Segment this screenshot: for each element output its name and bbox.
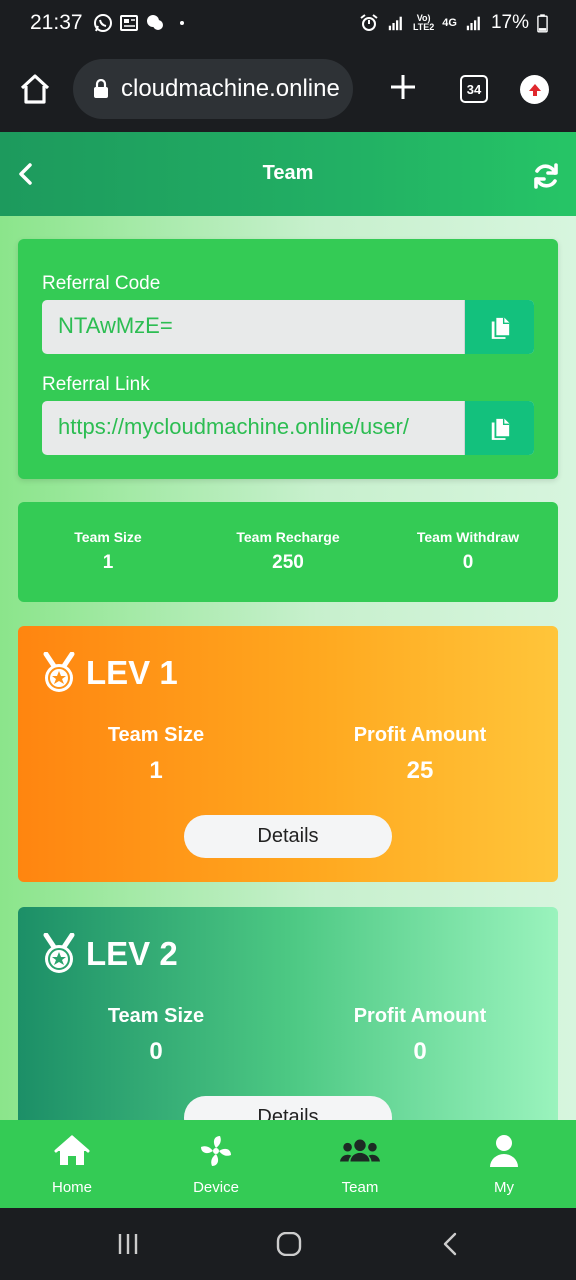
recents-icon[interactable] <box>116 1232 140 1256</box>
medal-icon <box>43 933 75 973</box>
stat-value: 250 <box>272 552 304 573</box>
network-gen: 4G <box>442 16 457 29</box>
stat-team-recharge: Team Recharge 250 <box>198 502 378 602</box>
page-title: Team <box>262 162 314 184</box>
level-title: LEV 1 <box>86 654 178 691</box>
battery-icon <box>537 13 548 32</box>
level-heading: LEV 2 <box>40 933 178 975</box>
referral-link-field[interactable]: https://mycloudmachine.online/user/ <box>42 401 534 455</box>
referral-card: Referral Code NTAwMzE= Referral Link htt… <box>18 239 558 479</box>
arrow-up-icon <box>528 83 541 96</box>
copy-icon <box>491 317 509 339</box>
level-team-size: Team Size 1 <box>56 724 256 785</box>
bottom-nav: Home Device Team My <box>0 1120 576 1208</box>
browser-toolbar: cloudmachine.online 34 <box>0 46 576 132</box>
level-title: LEV 2 <box>86 935 178 972</box>
nav-label: Device <box>193 1179 239 1196</box>
level-2-card: LEV 2 Team Size 0 Profit Amount 0 Detail… <box>18 907 558 1120</box>
nav-label: Team <box>341 1179 379 1196</box>
nav-home[interactable]: Home <box>0 1120 144 1208</box>
level-profit: Profit Amount 25 <box>320 724 520 785</box>
stat-label: Team Size <box>74 529 142 545</box>
update-button[interactable] <box>520 75 549 104</box>
referral-link-value[interactable]: https://mycloudmachine.online/user/ <box>58 414 450 440</box>
notification-icons <box>93 13 187 33</box>
new-tab-icon[interactable] <box>388 72 418 102</box>
level-team-size: Team Size 0 <box>56 1005 256 1066</box>
level-size-label: Team Size <box>107 1005 205 1027</box>
level-profit-value: 25 <box>406 757 434 784</box>
system-nav-bar <box>0 1208 576 1280</box>
alarm-icon <box>360 14 378 31</box>
chat-icon <box>146 15 163 30</box>
referral-code-field[interactable]: NTAwMzE= <box>42 300 534 354</box>
medal-icon <box>43 652 75 692</box>
nav-team[interactable]: Team <box>288 1120 432 1208</box>
lock-icon <box>94 79 108 98</box>
copy-code-button[interactable] <box>464 300 534 354</box>
home-button-icon[interactable] <box>276 1232 302 1256</box>
stat-team-withdraw: Team Withdraw 0 <box>378 502 558 602</box>
tab-switcher-button[interactable]: 34 <box>460 75 488 103</box>
battery-percent: 17% <box>490 12 529 33</box>
nav-device[interactable]: Device <box>144 1120 288 1208</box>
network-label: Vo) LTE2 <box>412 13 435 32</box>
nav-label: Home <box>51 1179 92 1196</box>
nav-my[interactable]: My <box>432 1120 576 1208</box>
users-icon <box>339 1139 381 1162</box>
user-icon <box>490 1135 518 1167</box>
details-button[interactable]: Details <box>184 1096 392 1120</box>
level-profit-label: Profit Amount <box>353 724 487 746</box>
app-header: Team <box>0 132 576 216</box>
stat-label: Team Withdraw <box>416 529 520 545</box>
stat-label: Team Recharge <box>236 529 340 545</box>
page-viewport: Team Referral Code NTAwMzE= Referral Lin… <box>0 132 576 1120</box>
level-size-label: Team Size <box>107 724 205 746</box>
copy-icon <box>491 418 509 440</box>
nav-label: My <box>494 1179 514 1196</box>
level-profit: Profit Amount 0 <box>320 1005 520 1066</box>
stat-value: 1 <box>102 552 114 573</box>
referral-link-label: Referral Link <box>42 374 150 395</box>
home-icon[interactable] <box>18 72 52 106</box>
level-1-card: LEV 1 Team Size 1 Profit Amount 25 Detai… <box>18 626 558 882</box>
team-stats-card: Team Size 1 Team Recharge 250 Team Withd… <box>18 502 558 602</box>
url-text: cloudmachine.online <box>121 75 340 102</box>
dot-icon <box>179 21 184 25</box>
home-icon <box>54 1135 90 1165</box>
fan-icon <box>201 1136 231 1166</box>
signal-icon-2 <box>466 16 480 31</box>
referral-code-label: Referral Code <box>42 273 161 294</box>
news-icon <box>119 15 138 31</box>
level-profit-value: 0 <box>413 1038 427 1065</box>
signal-icon <box>388 16 402 31</box>
stat-value: 0 <box>462 552 474 573</box>
whatsapp-icon <box>93 14 112 32</box>
refresh-icon[interactable] <box>532 162 560 190</box>
level-profit-label: Profit Amount <box>353 1005 487 1027</box>
stat-team-size: Team Size 1 <box>18 502 198 602</box>
details-button[interactable]: Details <box>184 815 392 858</box>
level-size-value: 0 <box>149 1038 163 1065</box>
status-time: 21:37 <box>30 11 83 34</box>
level-size-value: 1 <box>149 757 163 784</box>
referral-code-value[interactable]: NTAwMzE= <box>58 313 450 339</box>
level-heading: LEV 1 <box>40 652 178 694</box>
address-bar[interactable]: cloudmachine.online <box>73 59 353 119</box>
copy-link-button[interactable] <box>464 401 534 455</box>
status-bar: 21:37 Vo) LTE2 4G 17% <box>0 0 576 46</box>
back-button-icon[interactable] <box>440 1232 460 1256</box>
